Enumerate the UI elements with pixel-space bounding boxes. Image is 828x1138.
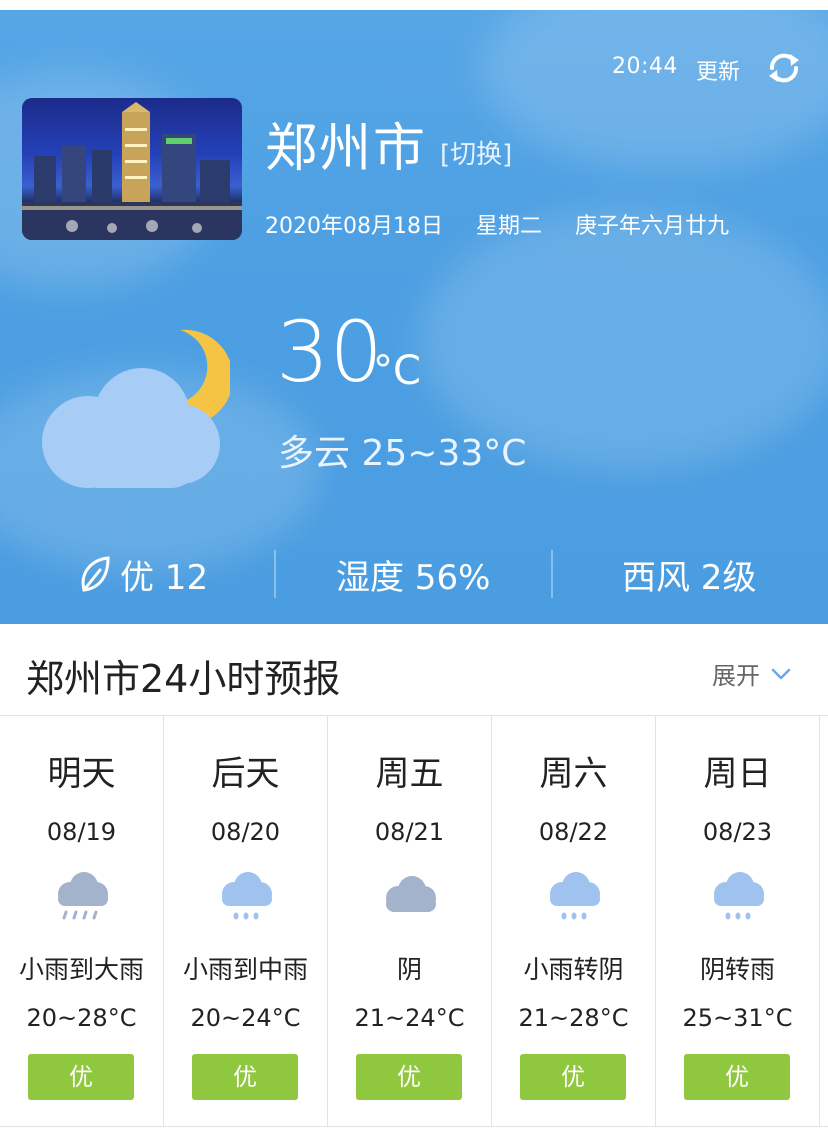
leaf-icon <box>81 556 110 592</box>
day-condition: 阴转雨 <box>699 955 775 984</box>
status-strip <box>0 0 828 10</box>
weekday-text: 星期二 <box>475 214 542 239</box>
humidity-stat: 湿度 56% <box>336 544 490 604</box>
date-line: 2020年08月18日 星期二 庚子年六月廿九 <box>265 208 755 240</box>
day-card[interactable]: 周六 08/22 小雨转阴 21~28°C 优 <box>492 716 656 1126</box>
wind-value: 西风 2级 <box>622 557 757 598</box>
air-quality-badge[interactable]: 优 <box>192 1054 298 1100</box>
day-name: 周五 <box>375 754 444 794</box>
date-text: 2020年08月18日 <box>265 214 443 239</box>
divider <box>551 550 553 598</box>
day-date: 08/20 <box>210 818 281 846</box>
chevron-down-icon <box>771 668 791 679</box>
daily-forecast-list: 明天 08/19 小雨到大雨 20~28°C 优 后天 08/20 小雨到中雨 … <box>0 716 828 1126</box>
day-date: 08/19 <box>46 818 117 846</box>
city-photo <box>22 98 242 240</box>
air-quality-value: 优 12 <box>120 557 209 598</box>
expand-button[interactable]: 展开 <box>712 656 792 691</box>
air-quality-badge[interactable]: 优 <box>520 1054 626 1100</box>
day-temperature: 20~28°C <box>26 1004 137 1032</box>
air-quality-badge[interactable]: 优 <box>356 1054 462 1100</box>
day-name: 后天 <box>211 754 280 794</box>
day-date: 08/21 <box>374 818 445 846</box>
city-name: 郑州市 <box>265 119 428 179</box>
day-name: 周六 <box>539 754 608 794</box>
switch-city-link[interactable]: [切换] <box>440 134 512 171</box>
day-condition: 小雨到大雨 <box>18 955 144 984</box>
cloudy-night-icon <box>42 329 230 488</box>
day-card[interactable]: 周五 08/21 阴 21~24°C 优 <box>328 716 492 1126</box>
forecast-title: 郑州市24小时预报 <box>26 657 341 701</box>
air-quality-badge[interactable]: 优 <box>28 1054 134 1100</box>
bottom-divider <box>0 1126 828 1138</box>
air-quality-badge[interactable]: 优 <box>684 1054 790 1100</box>
day-date: 08/23 <box>702 818 773 846</box>
day-temperature: 20~24°C <box>190 1004 301 1032</box>
day-date: 08/22 <box>538 818 609 846</box>
humidity-value: 湿度 56% <box>336 557 491 598</box>
update-time: 20:44 <box>612 54 678 79</box>
current-condition: 多云 25~33°C <box>278 433 527 474</box>
day-name: 周日 <box>703 754 772 794</box>
sky-cloud-decoration <box>480 10 828 170</box>
update-button-label[interactable]: 更新 <box>696 54 740 86</box>
current-temperature: 30 <box>276 303 383 401</box>
weather-stats-row: 优 12 湿度 56% 西风 2级 <box>0 544 828 604</box>
forecast-header: 郑州市24小时预报 展开 <box>0 624 828 716</box>
lunar-date-text: 庚子年六月廿九 <box>575 214 730 239</box>
day-name: 明天 <box>47 754 116 794</box>
current-weather-panel: 20:44 更新 郑州市 [切换] 2020年08月18日 星期二 庚子年六月廿… <box>0 10 828 624</box>
day-card[interactable]: 明天 08/19 小雨到大雨 20~28°C 优 <box>0 716 164 1126</box>
overcast-icon <box>385 876 436 912</box>
temperature-unit: °C <box>373 348 421 394</box>
rain-icon <box>713 872 764 920</box>
divider <box>274 550 276 598</box>
refresh-icon[interactable] <box>764 48 804 88</box>
expand-label: 展开 <box>712 662 760 690</box>
day-condition: 小雨转阴 <box>523 955 624 984</box>
wind-stat: 西风 2级 <box>622 544 756 604</box>
rain-icon <box>221 872 272 920</box>
day-card[interactable]: 后天 08/20 小雨到中雨 20~24°C 优 <box>164 716 328 1126</box>
day-card[interactable]: 周日 08/23 阴转雨 25~31°C 优 <box>656 716 820 1126</box>
day-condition: 小雨到中雨 <box>182 955 308 984</box>
day-condition: 阴 <box>396 955 422 984</box>
day-temperature: 21~24°C <box>354 1004 465 1032</box>
day-temperature: 25~31°C <box>682 1004 793 1032</box>
heavy-rain-icon <box>57 872 108 920</box>
day-temperature: 21~28°C <box>518 1004 629 1032</box>
air-quality-stat[interactable]: 优 12 <box>78 544 208 604</box>
rain-icon <box>549 872 600 920</box>
